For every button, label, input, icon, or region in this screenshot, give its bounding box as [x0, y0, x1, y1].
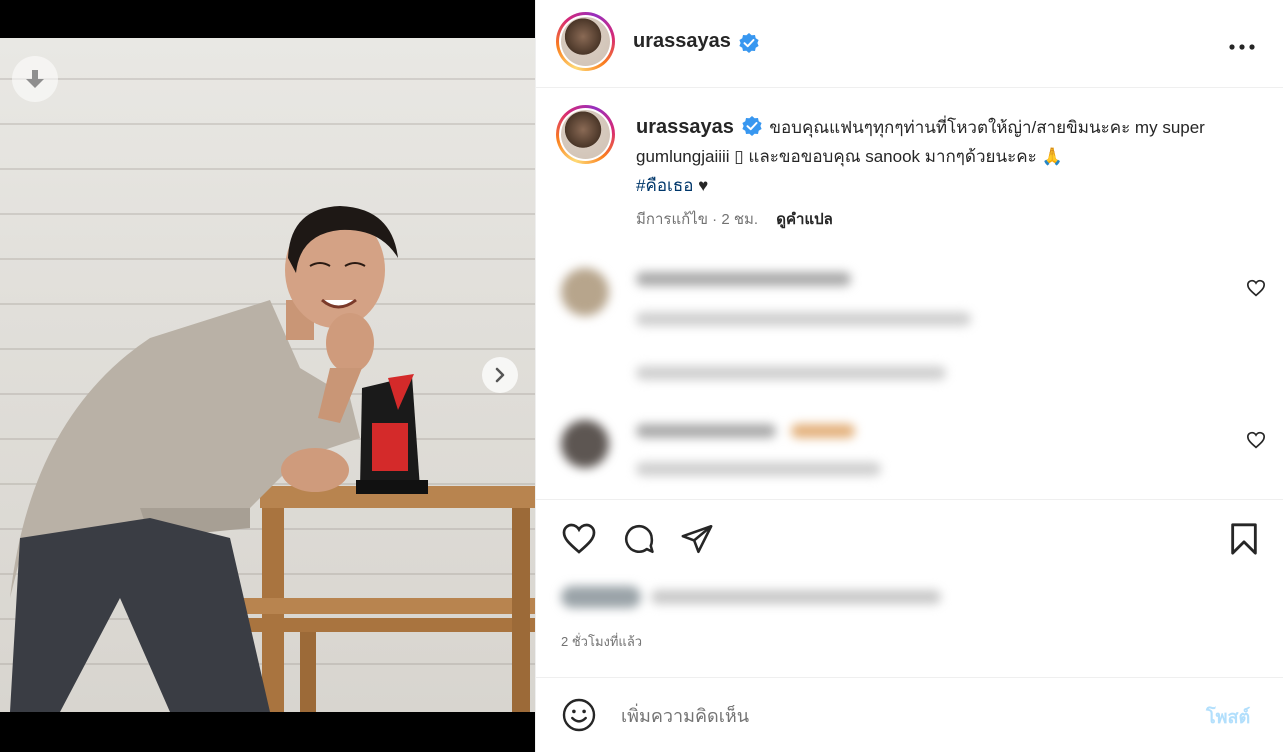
paper-plane-icon	[681, 524, 713, 554]
avatar	[561, 110, 610, 159]
emoji-button[interactable]	[561, 697, 597, 738]
carousel-next-button[interactable]	[482, 357, 518, 393]
post-actions: 2 ชั่วโมงที่แล้ว	[536, 499, 1283, 659]
post-timestamp[interactable]: 2 ชั่วโมงที่แล้ว	[561, 631, 642, 652]
see-translation-link[interactable]: ดูคำแปล	[776, 211, 833, 228]
photo-illustration	[10, 206, 535, 712]
save-button[interactable]	[1229, 522, 1259, 561]
caption-avatar[interactable]	[556, 105, 615, 164]
heart-icon	[562, 523, 596, 554]
header-username[interactable]: urassayas	[633, 30, 731, 52]
comment-like-heart-icon[interactable]	[1246, 279, 1266, 297]
like-button[interactable]	[561, 522, 597, 560]
edited-time: มีการแก้ไข · 2 ชม.	[636, 211, 759, 228]
heart-symbol: ♥	[698, 176, 709, 195]
download-arrow-icon	[26, 70, 44, 88]
smiley-icon	[562, 698, 596, 732]
post-comment-button[interactable]: โพสต์	[1206, 702, 1250, 731]
hashtag-link[interactable]: #คือเธอ	[636, 176, 693, 195]
comment-item	[556, 408, 1256, 488]
caption-text-part2: และขอขอบคุณ sanook มากๆด้วยนะคะ	[748, 147, 1037, 166]
avatar	[561, 268, 609, 316]
download-button[interactable]	[12, 56, 58, 102]
post-photo[interactable]	[0, 38, 535, 712]
comment-button[interactable]	[622, 522, 656, 561]
avatar	[561, 420, 609, 468]
comment-like-heart-icon[interactable]	[1246, 431, 1266, 449]
caption-meta: มีการแก้ไข · 2 ชม. ดูคำแปล	[636, 207, 833, 231]
chevron-right-icon	[495, 367, 505, 383]
comment-input[interactable]	[621, 702, 1181, 730]
post-caption: urassayas ขอบคุณแฟนๆทุกๆท่านที่โหวตให้ญ่…	[636, 113, 1236, 200]
avatar	[561, 17, 610, 66]
more-horizontal-icon	[1229, 44, 1255, 50]
header-avatar[interactable]	[556, 12, 615, 71]
share-button[interactable]	[680, 522, 714, 561]
comment-item	[556, 262, 1256, 392]
comment-bubble-icon	[624, 524, 654, 554]
caption-username[interactable]: urassayas	[636, 116, 734, 138]
post-header: urassayas	[536, 0, 1283, 88]
bookmark-icon	[1231, 523, 1257, 555]
add-comment-bar: โพสต์	[536, 677, 1283, 752]
pray-emoji: 🙏	[1041, 147, 1063, 166]
post-media-area	[0, 0, 535, 752]
verified-badge-icon	[742, 116, 762, 136]
missing-glyph: ▯	[734, 147, 744, 166]
verified-badge-icon	[739, 32, 759, 53]
more-options-button[interactable]	[1229, 30, 1255, 56]
post-details-panel: urassayas urassayas ขอบคุณแฟนๆทุกๆท่านที…	[535, 0, 1283, 752]
